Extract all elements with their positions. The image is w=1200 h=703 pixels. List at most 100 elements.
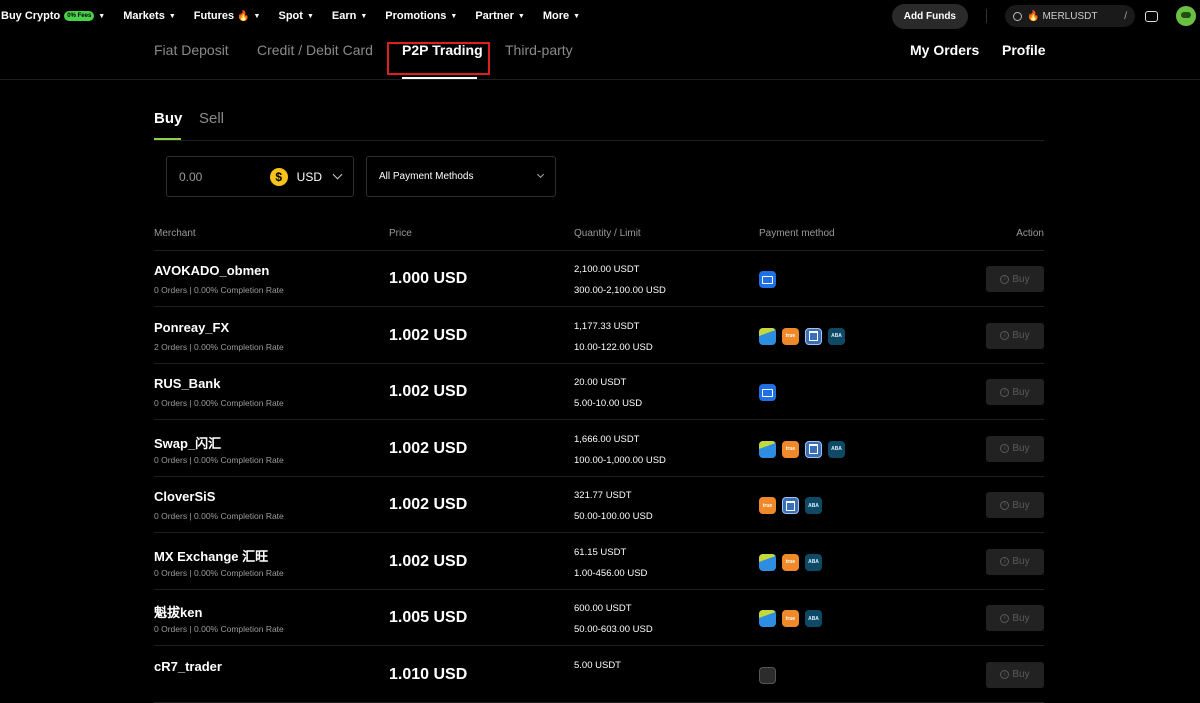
info-icon: i	[1000, 500, 1010, 510]
truemoney-icon: true	[759, 497, 776, 514]
merchant-name[interactable]: MX Exchange 汇旺	[154, 546, 268, 565]
offer-price: 1.002 USD	[389, 326, 468, 344]
amount-value: 0.00	[179, 169, 203, 184]
caret-down-icon: ▼	[573, 12, 581, 20]
buy-button-label: Buy	[1012, 330, 1030, 341]
info-icon: i	[1000, 557, 1010, 566]
nav-spot[interactable]: Spot ▼	[278, 10, 313, 22]
merchant-name[interactable]: RUS_Bank	[154, 376, 220, 391]
merchant-name[interactable]: cR7_trader	[154, 659, 222, 674]
card-icon	[759, 271, 776, 288]
add-funds-button[interactable]: Add Funds	[891, 3, 968, 29]
my-orders-link[interactable]: My Orders	[910, 42, 979, 58]
aba-icon: ABA	[805, 610, 822, 627]
caret-down-icon: ▼	[517, 12, 525, 20]
nav-markets[interactable]: Markets ▼	[123, 10, 176, 22]
nav-futures[interactable]: Futures 🔥 ▼	[194, 10, 261, 22]
merchant-name[interactable]: CloverSiS	[154, 489, 215, 504]
nav-buy-crypto-label: Buy Crypto	[1, 10, 61, 22]
search-icon	[1013, 11, 1022, 21]
caret-down-icon: ▼	[168, 12, 176, 20]
nav-spot-label: Spot	[278, 10, 303, 22]
offer-price: 1.002 USD	[389, 439, 468, 457]
offer-limit: 300.00-2,100.00 USD	[574, 285, 666, 296]
merchant-name[interactable]: AVOKADO_obmen	[154, 263, 269, 278]
table-row: AVOKADO_obmen 0 Orders | 0.00% Completion…	[154, 251, 1044, 307]
fire-icon: 🔥	[1027, 10, 1040, 22]
aba-icon: ABA	[828, 440, 845, 458]
buy-tab[interactable]: Buy	[154, 110, 182, 127]
caret-down-icon: ▼	[306, 12, 314, 20]
buy-button-label: Buy	[1012, 386, 1030, 398]
table-header: Merchant Price Quantity / Limit Payment …	[154, 227, 1044, 251]
buy-button-label: Buy	[1012, 273, 1030, 285]
aba-icon: ABA	[828, 327, 845, 345]
bank-building-icon	[782, 497, 799, 514]
truemoney-icon: true	[782, 553, 799, 571]
buy-button[interactable]: i Buy	[986, 266, 1044, 292]
buy-button[interactable]: i Buy	[986, 322, 1044, 349]
offer-quantity: 600.00 USDT	[574, 603, 632, 614]
merchant-name[interactable]: Ponreay_FX	[154, 320, 229, 335]
tab-fiat-deposit[interactable]: Fiat Deposit	[154, 42, 229, 58]
payment-method-select[interactable]: All Payment Methods	[366, 156, 556, 197]
zero-fees-badge: 0% Fees	[64, 11, 95, 21]
nav-futures-label: Futures	[193, 10, 235, 22]
offer-limit: 10.00-122.00 USD	[574, 341, 653, 353]
nav-promotions[interactable]: Promotions ▼	[385, 10, 457, 22]
truemoney-icon: true	[782, 440, 799, 458]
info-icon: i	[1000, 331, 1010, 340]
caret-down-icon: ▼	[98, 12, 106, 20]
nav-earn[interactable]: Earn ▼	[332, 10, 367, 22]
nav-more[interactable]: More ▼	[543, 10, 580, 22]
truemoney-icon: true	[782, 610, 799, 627]
merchant-stats: 0 Orders | 0.00% Completion Rate	[154, 398, 284, 408]
divider	[154, 140, 1044, 141]
header-payment-method: Payment method	[759, 228, 835, 239]
offer-limit: 50.00-100.00 USD	[574, 511, 653, 522]
nav-partner[interactable]: Partner ▼	[475, 10, 524, 22]
active-tab-underline	[402, 77, 477, 79]
offer-quantity: 1,666.00 USDT	[574, 433, 640, 445]
nav-markets-label: Markets	[123, 10, 165, 22]
table-row: 魁拔ken 0 Orders | 0.00% Completion Rate 1.0…	[154, 590, 1044, 646]
bank-transfer-icon	[759, 610, 776, 627]
merchant-name[interactable]: Swap_闪汇	[154, 433, 221, 452]
merchant-name[interactable]: 魁拔ken	[154, 602, 202, 621]
nav-promotions-label: Promotions	[385, 10, 447, 22]
avatar[interactable]	[1176, 6, 1196, 26]
currency-select[interactable]: USD	[297, 170, 322, 184]
header-action: Action	[1016, 228, 1044, 239]
buy-button[interactable]: i Buy	[986, 435, 1044, 462]
payment-methods: true ABA	[759, 610, 822, 627]
offer-limit: 1.00-456.00 USD	[574, 567, 648, 579]
search-input[interactable]: 🔥 MERLUSDT /	[1005, 5, 1135, 27]
dollar-coin-icon: $	[269, 167, 288, 186]
card-icon	[759, 384, 776, 401]
tab-credit-debit-card[interactable]: Credit / Debit Card	[257, 42, 373, 58]
bank-transfer-icon	[759, 327, 776, 345]
header-quantity-limit: Quantity / Limit	[574, 228, 641, 239]
merchant-stats: 0 Orders | 0.00% Completion Rate	[154, 511, 284, 521]
tab-third-party[interactable]: Third-party	[505, 42, 573, 58]
buy-button[interactable]: i Buy	[986, 492, 1044, 518]
chevron-down-icon	[332, 169, 343, 180]
nav-right-group: Add Funds 🔥 MERLUSDT /	[891, 0, 1200, 32]
payment-methods: true ABA	[759, 327, 845, 345]
profile-link[interactable]: Profile	[1002, 42, 1046, 58]
caret-down-icon: ▼	[253, 12, 261, 20]
nav-buy-crypto[interactable]: Buy Crypto 0% Fees ▼	[1, 10, 105, 22]
divider	[986, 9, 987, 23]
caret-down-icon: ▼	[360, 12, 368, 20]
payment-method-value: All Payment Methods	[379, 171, 474, 182]
wallet-icon[interactable]	[1145, 10, 1158, 22]
buy-button[interactable]: i Buy	[986, 379, 1044, 405]
sell-tab[interactable]: Sell	[199, 110, 224, 127]
amount-input[interactable]: 0.00 $ USD	[166, 156, 354, 197]
table-row: MX Exchange 汇旺 0 Orders | 0.00% Completio…	[154, 534, 1044, 590]
info-icon: i	[1000, 613, 1010, 623]
buy-button[interactable]: i Buy	[986, 605, 1044, 631]
bank-building-icon	[805, 327, 822, 345]
payment-methods	[759, 384, 776, 401]
buy-button[interactable]: i Buy	[986, 548, 1044, 575]
